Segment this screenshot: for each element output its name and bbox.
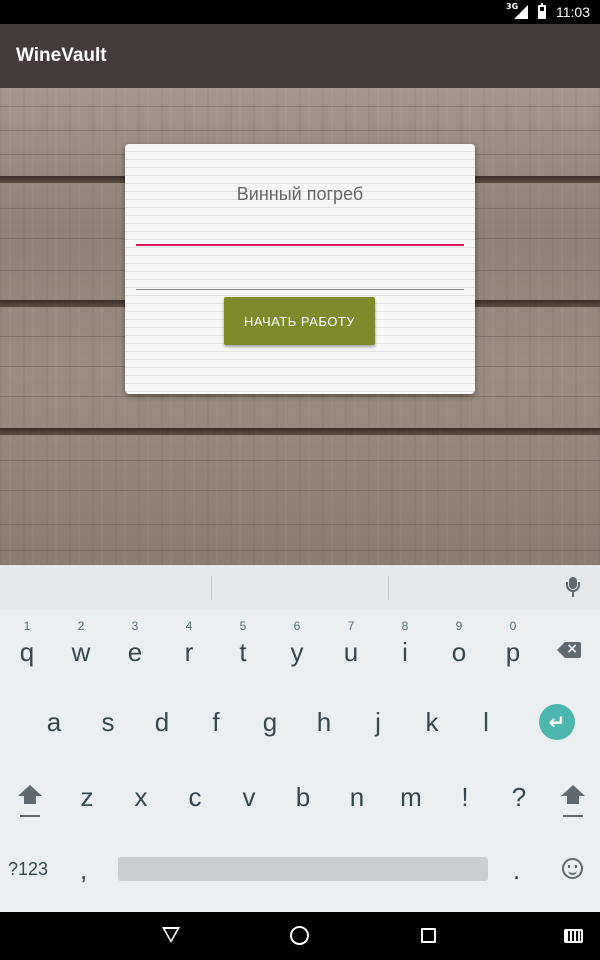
key-b[interactable]: b [276,767,330,827]
spacebar[interactable] [118,857,488,881]
microphone-icon[interactable] [565,577,581,599]
text-field-2[interactable] [136,268,464,290]
key-k[interactable]: k [405,692,459,752]
shift-right-icon[interactable] [561,785,585,819]
battery-icon [538,3,546,19]
emoji-icon[interactable] [562,858,583,879]
key-l[interactable]: l [459,692,513,752]
status-time: 11:03 [556,4,590,20]
key-g[interactable]: g [243,692,297,752]
key-y[interactable]: 6 y [270,617,324,677]
key-comma[interactable]: , [80,855,87,886]
signal-icon: 3G [506,2,528,19]
text-input-2[interactable] [136,268,464,290]
key-t[interactable]: 5 t [216,617,270,677]
app-bar: WineVault [0,24,600,88]
key-h[interactable]: h [297,692,351,752]
app-title: WineVault [16,45,107,66]
text-field-1[interactable] [136,224,464,246]
key-c[interactable]: c [168,767,222,827]
navigation-bar [0,912,600,960]
key-r[interactable]: 4 r [162,617,216,677]
key-z[interactable]: z [60,767,114,827]
recents-icon[interactable] [421,928,436,943]
key-j[interactable]: j [351,692,405,752]
keyboard-switch-icon[interactable] [564,929,583,943]
key-p[interactable]: 0 p [486,617,540,677]
home-icon[interactable] [290,926,309,945]
symbols-key[interactable]: ?123 [8,859,48,880]
key-e[interactable]: 3 e [108,617,162,677]
text-input-1[interactable] [136,225,464,245]
key-m[interactable]: m [384,767,438,827]
key-i[interactable]: 8 i [378,617,432,677]
key-q[interactable]: 1 q [0,617,54,677]
key-u[interactable]: 7 u [324,617,378,677]
key-w[interactable]: 2 w [54,617,108,677]
key-a[interactable]: a [27,692,81,752]
key-question[interactable]: ? [492,767,546,827]
login-card: Винный погреб НАЧАТЬ РАБОТУ [125,144,475,394]
suggestion-strip [0,565,600,610]
key-exclamation[interactable]: ! [438,767,492,827]
key-v[interactable]: v [222,767,276,827]
status-bar: 3G 11:03 [0,0,600,24]
key-f[interactable]: f [189,692,243,752]
key-period[interactable]: . [513,855,520,886]
shift-left-icon[interactable] [18,785,42,819]
enter-icon[interactable]: ↵ [539,704,575,740]
back-icon[interactable] [162,927,180,943]
key-d[interactable]: d [135,692,189,752]
start-button[interactable]: НАЧАТЬ РАБОТУ [224,297,375,345]
card-title: Винный погреб [236,184,364,204]
key-s[interactable]: s [81,692,135,752]
soft-keyboard: 1 q 2 w 3 e 4 r 5 t 6 y 7 u 8 i 9 o 0 p … [0,565,600,912]
backspace-icon[interactable]: × [557,641,581,658]
key-o[interactable]: 9 o [432,617,486,677]
key-x[interactable]: x [114,767,168,827]
key-n[interactable]: n [330,767,384,827]
